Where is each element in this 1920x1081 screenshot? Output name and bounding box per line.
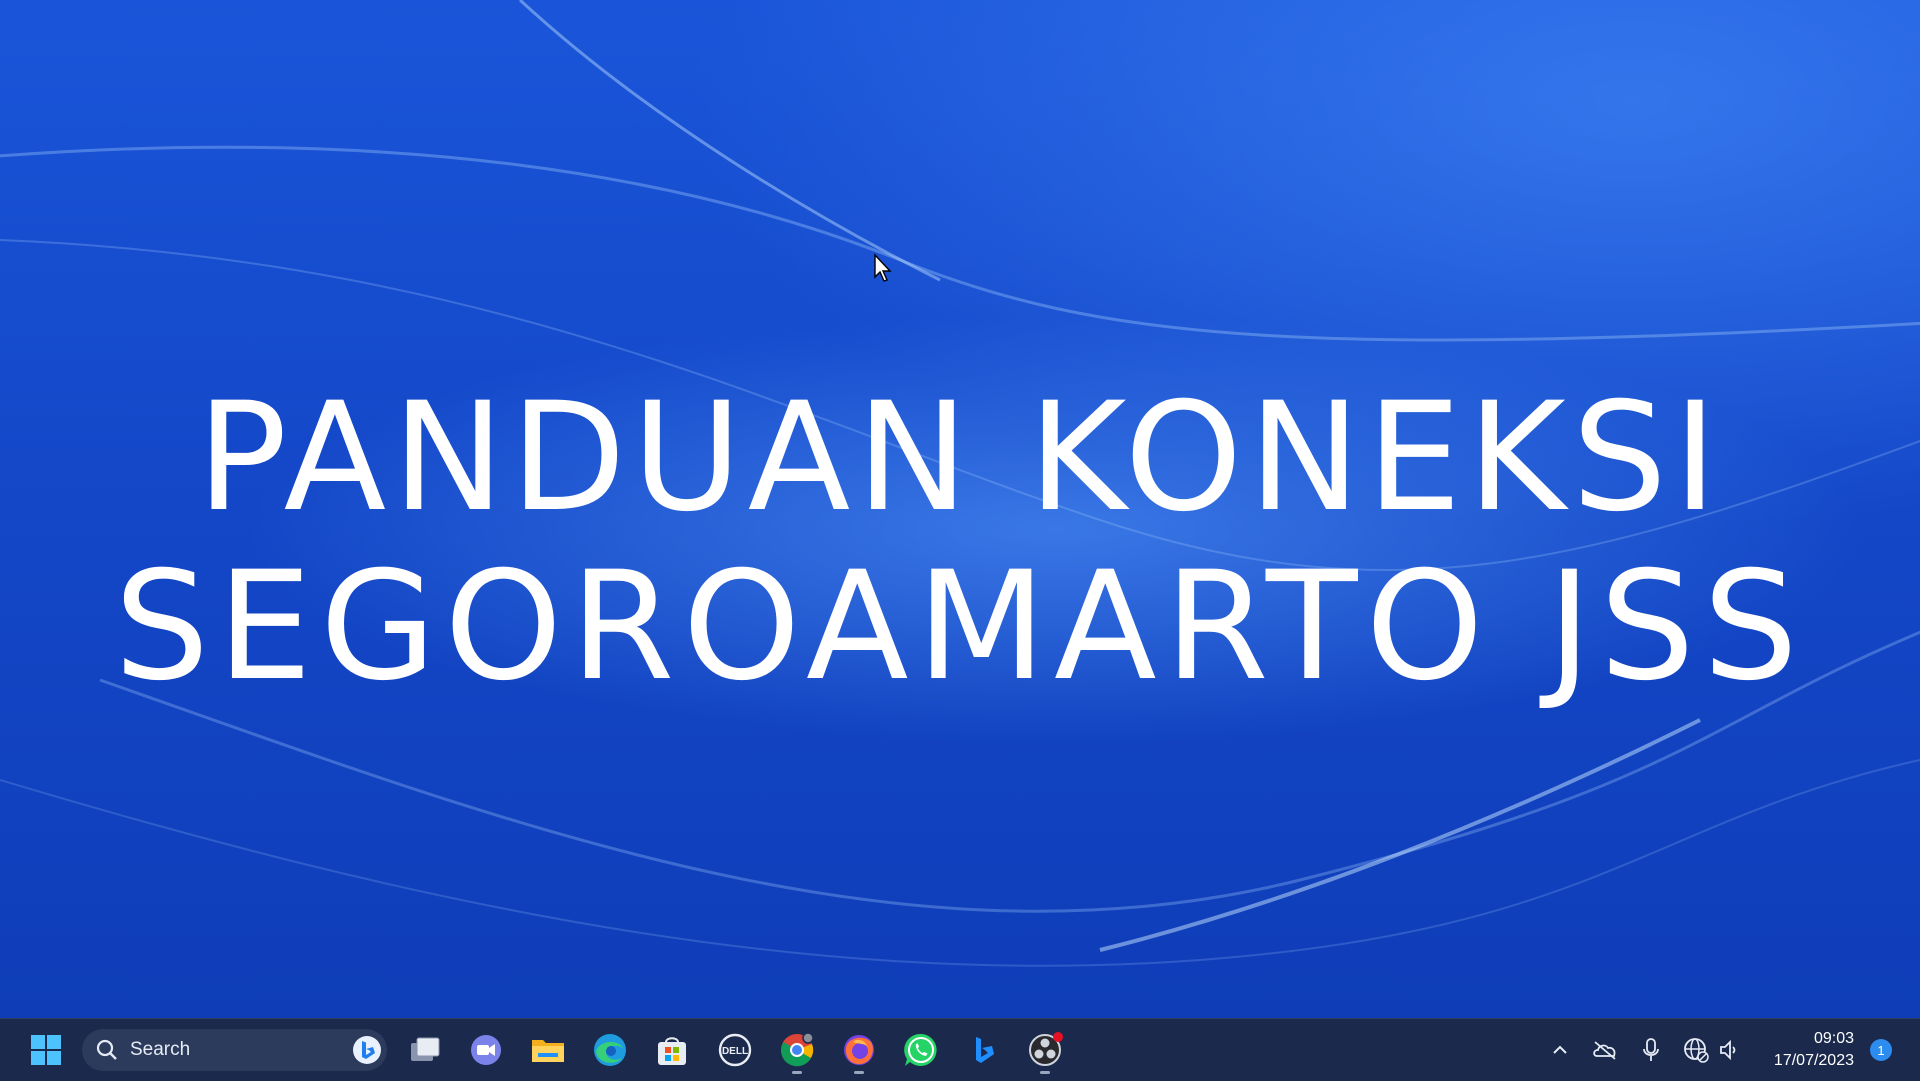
clock-time: 09:03 <box>1813 1030 1854 1047</box>
search-label: Search <box>130 1039 191 1060</box>
mouse-cursor-icon <box>874 253 892 282</box>
volume-icon <box>1720 1039 1736 1061</box>
title-line-1: PANDUAN KONEKSI <box>196 371 1724 545</box>
desktop: PANDUAN KONEKSI SEGOROAMARTO JSS <box>0 0 1920 1018</box>
bing-button[interactable] <box>962 1028 1006 1072</box>
task-view-button[interactable] <box>403 1028 447 1072</box>
clock-date: 17/07/2023 <box>1773 1052 1854 1069</box>
file-explorer-button[interactable] <box>526 1028 570 1072</box>
search-icon <box>94 1037 120 1063</box>
network-button[interactable] <box>1683 1037 1709 1063</box>
volume-button[interactable] <box>1717 1037 1743 1063</box>
onedrive-icon <box>1593 1041 1616 1060</box>
start-button[interactable] <box>24 1028 68 1072</box>
teams-chat-button[interactable] <box>464 1028 508 1072</box>
show-hidden-icons-button[interactable] <box>1547 1037 1573 1063</box>
microsoft-store-icon <box>658 1037 686 1065</box>
running-indicator <box>1040 1071 1050 1074</box>
task-view-icon <box>411 1037 440 1061</box>
title-line-2: SEGOROAMARTO JSS <box>114 540 1806 714</box>
notification-badge[interactable]: 1 <box>1870 1039 1892 1061</box>
dell-icon: DELL <box>718 1033 752 1067</box>
chrome-button[interactable] <box>775 1028 819 1074</box>
obs-button[interactable] <box>1023 1028 1067 1074</box>
dell-label: DELL <box>722 1046 748 1057</box>
network-icon <box>1684 1038 1709 1063</box>
onedrive-button[interactable] <box>1592 1037 1618 1063</box>
taskbar-clock[interactable]: 09:03 17/07/2023 <box>1758 1028 1854 1072</box>
whatsapp-button[interactable] <box>899 1028 943 1072</box>
file-explorer-icon <box>532 1040 564 1062</box>
edge-button[interactable] <box>588 1028 632 1072</box>
bing-chat-icon[interactable] <box>351 1034 383 1066</box>
microsoft-store-button[interactable] <box>650 1028 694 1072</box>
windows-logo-icon <box>31 1035 61 1065</box>
edge-icon <box>594 1034 626 1066</box>
chevron-up-icon <box>1553 1045 1567 1054</box>
running-indicator <box>792 1071 802 1074</box>
whatsapp-icon <box>904 1033 937 1066</box>
teams-chat-icon <box>471 1035 501 1065</box>
microphone-button[interactable] <box>1638 1037 1664 1063</box>
running-indicator <box>854 1071 864 1074</box>
chrome-icon <box>781 1032 814 1067</box>
taskbar-search-box[interactable]: Search <box>82 1029 387 1071</box>
obs-icon <box>1029 1032 1063 1066</box>
firefox-button[interactable] <box>837 1028 881 1074</box>
dell-button[interactable]: DELL <box>713 1028 757 1072</box>
microphone-icon <box>1643 1038 1659 1061</box>
taskbar: Search DELL 09:03 17/07/2023 1 <box>0 1018 1920 1081</box>
firefox-icon <box>844 1035 874 1065</box>
bing-icon <box>976 1037 994 1063</box>
